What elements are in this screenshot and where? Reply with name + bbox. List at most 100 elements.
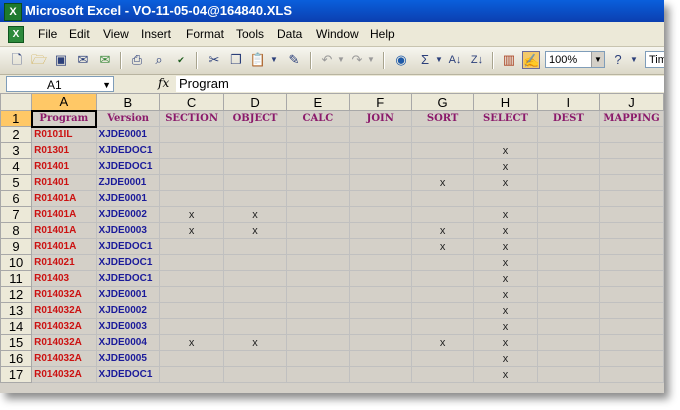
grid-cell[interactable] [536,318,601,335]
grid-cell[interactable] [599,254,664,271]
grid-cell[interactable] [348,334,412,351]
header-cell[interactable]: SELECT [473,110,538,127]
permission-icon[interactable]: ✉ [74,51,92,69]
chevron-down-icon[interactable]: ▼ [362,51,380,69]
menu-data[interactable]: Data [277,27,302,41]
header-cell[interactable]: JOIN [348,110,412,127]
grid-cell[interactable] [348,350,412,367]
copy-icon[interactable]: ❐ [227,51,245,69]
grid-cell[interactable] [536,174,601,191]
program-cell[interactable]: R014032A [31,318,97,335]
grid-cell[interactable] [599,270,664,287]
grid-cell[interactable]: x [473,238,538,255]
grid-cell[interactable]: x [473,222,538,239]
grid-cell[interactable] [536,206,601,223]
grid-cell[interactable] [286,270,350,287]
grid-cell[interactable] [159,270,224,287]
print-icon[interactable]: ⎙ [128,51,146,69]
grid-cell[interactable] [286,254,350,271]
menu-help[interactable]: Help [370,27,395,41]
row-header[interactable]: 17 [0,366,33,383]
grid-cell[interactable] [159,142,224,159]
grid-cell[interactable] [222,142,288,159]
zoom-select[interactable]: 100% ▼ [545,51,605,68]
grid-cell[interactable] [599,206,664,223]
column-header[interactable]: B [95,93,161,111]
version-cell[interactable]: ZJDE0001 [95,174,161,191]
insert-function-icon[interactable]: fx [158,76,169,90]
grid-cell[interactable] [222,318,288,335]
row-header[interactable]: 8 [0,222,33,239]
grid-cell[interactable] [159,158,224,175]
grid-cell[interactable] [159,238,224,255]
grid-cell[interactable] [473,190,538,207]
menu-tools[interactable]: Tools [236,27,264,41]
spelling-icon[interactable]: ✔ [172,51,190,69]
grid-cell[interactable] [348,318,412,335]
sort-descending-icon[interactable]: Z↓ [468,51,486,69]
workbook-icon[interactable]: X [8,26,24,43]
version-cell[interactable]: XJDE0001 [95,190,161,207]
column-header[interactable]: J [599,93,664,111]
format-painter-icon[interactable]: ✎ [285,51,303,69]
grid-cell[interactable] [286,190,350,207]
header-cell[interactable]: DEST [536,110,601,127]
grid-cell[interactable] [536,238,601,255]
grid-cell[interactable] [348,302,412,319]
menu-window[interactable]: Window [316,27,359,41]
grid-cell[interactable]: x [159,222,224,239]
column-header[interactable]: H [473,93,538,111]
row-header[interactable]: 14 [0,318,33,335]
grid-cell[interactable]: x [222,222,288,239]
grid-cell[interactable] [159,126,224,143]
grid-cell[interactable]: x [473,366,538,383]
grid-cell[interactable]: x [473,334,538,351]
grid-cell[interactable] [599,222,664,239]
grid-cell[interactable] [536,254,601,271]
header-cell[interactable]: SECTION [159,110,224,127]
grid-cell[interactable] [222,302,288,319]
grid-cell[interactable] [348,366,412,383]
row-header[interactable]: 5 [0,174,33,191]
grid-cell[interactable] [286,286,350,303]
grid-cell[interactable] [348,238,412,255]
grid-cell[interactable] [536,190,601,207]
version-cell[interactable]: XJDE0002 [95,206,161,223]
grid-cell[interactable]: x [410,334,475,351]
column-header[interactable]: I [536,93,601,111]
grid-cell[interactable] [286,238,350,255]
program-cell[interactable]: R014021 [31,254,97,271]
grid-cell[interactable]: x [222,206,288,223]
chevron-down-icon[interactable]: ▼ [625,51,643,69]
program-cell[interactable]: R014032A [31,366,97,383]
grid-cell[interactable] [536,270,601,287]
grid-cell[interactable] [599,142,664,159]
hyperlink-icon[interactable]: ◉ [392,51,410,69]
menu-edit[interactable]: Edit [69,27,90,41]
chart-wizard-icon[interactable]: ▥ [500,51,518,69]
grid-cell[interactable] [286,222,350,239]
row-header[interactable]: 7 [0,206,33,223]
grid-cell[interactable] [348,254,412,271]
version-cell[interactable]: XJDE0003 [95,318,161,335]
grid-cell[interactable] [410,366,475,383]
print-preview-icon[interactable]: ⌕ [150,51,168,69]
grid-cell[interactable] [222,238,288,255]
version-cell[interactable]: XJDE0001 [95,126,161,143]
program-cell[interactable]: R01401A [31,190,97,207]
program-cell[interactable]: R01401A [31,238,97,255]
grid-cell[interactable] [348,206,412,223]
font-select[interactable]: Tim [645,51,664,68]
program-cell[interactable]: R014032A [31,302,97,319]
grid-cell[interactable] [222,270,288,287]
grid-cell[interactable] [222,350,288,367]
header-cell[interactable]: MAPPING [599,110,664,127]
grid-cell[interactable] [159,254,224,271]
header-cell[interactable]: CALC [286,110,350,127]
grid-cell[interactable] [536,126,601,143]
grid-cell[interactable] [599,238,664,255]
grid-cell[interactable] [348,190,412,207]
active-cell[interactable]: Program [30,109,98,128]
program-cell[interactable]: R014032A [31,350,97,367]
row-header[interactable]: 12 [0,286,33,303]
